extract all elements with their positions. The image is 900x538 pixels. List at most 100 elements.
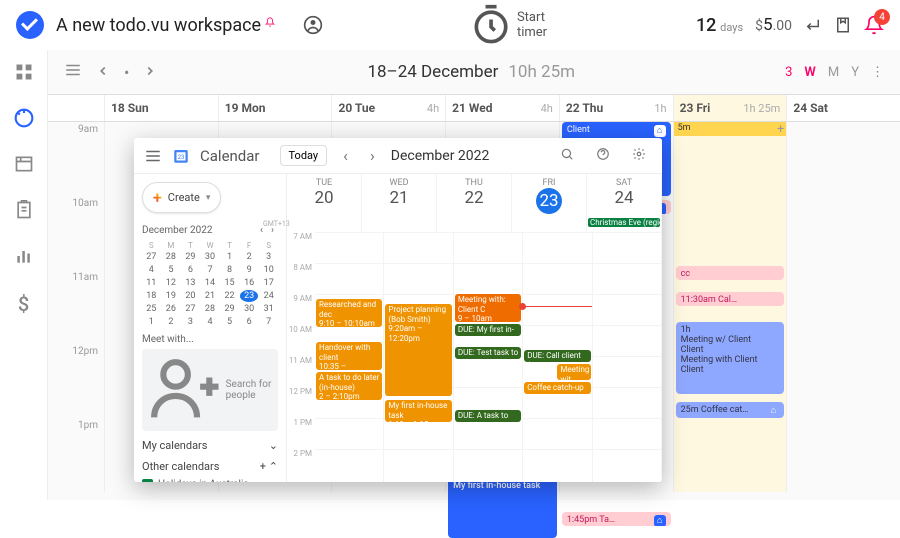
event-fri-1130[interactable]: 11:30am Cal… — [676, 292, 785, 306]
menu-icon[interactable] — [64, 61, 82, 83]
gcal-day-header[interactable]: TUE20 — [287, 174, 362, 218]
mini-day[interactable]: 12 — [162, 277, 181, 289]
mini-day[interactable]: 10 — [259, 264, 278, 276]
mini-day[interactable]: 29 — [220, 303, 239, 315]
nav-projects-icon[interactable] — [14, 154, 34, 174]
mini-day[interactable]: 9 — [240, 264, 259, 276]
gcal-settings-icon[interactable] — [626, 146, 652, 165]
gcal-today-button[interactable]: Today — [280, 145, 328, 166]
mini-day[interactable]: 4 — [201, 316, 220, 328]
prev-week-icon[interactable] — [96, 63, 110, 82]
mini-day[interactable]: 7 — [201, 264, 220, 276]
gcal-day-header[interactable]: FRI23 — [512, 174, 587, 218]
mini-day[interactable]: 6 — [240, 316, 259, 328]
mini-day[interactable]: 4 — [142, 264, 161, 276]
mini-day[interactable]: 16 — [240, 277, 259, 289]
mini-day[interactable]: 25 — [142, 303, 161, 315]
mini-day[interactable]: 5 — [162, 264, 181, 276]
gev-fri-coffee[interactable]: Coffee catch-up with R — [524, 382, 590, 394]
mini-day[interactable]: 24 — [259, 290, 278, 302]
mini-day[interactable]: 22 — [220, 290, 239, 302]
nav-tasks-icon[interactable] — [14, 200, 34, 220]
view-week[interactable]: W — [804, 65, 815, 80]
gcal-day-header[interactable]: SAT24 — [587, 174, 662, 218]
gcal-menu-icon[interactable] — [144, 147, 162, 165]
add-event-icon[interactable]: + — [777, 122, 784, 137]
mini-day[interactable]: 28 — [162, 251, 181, 263]
day-header-wed[interactable]: 21 Wed4h — [445, 95, 559, 121]
mini-day[interactable]: 26 — [162, 303, 181, 315]
event-fri-meeting-block[interactable]: 1h Meeting w/ Client Client Meeting with… — [676, 322, 785, 394]
mini-day[interactable]: 7 — [259, 316, 278, 328]
day-header-mon[interactable]: 19 Mon — [218, 95, 332, 121]
nav-reports-icon[interactable] — [14, 246, 34, 266]
mini-day[interactable]: 13 — [181, 277, 200, 289]
gcal-next-icon[interactable]: › — [364, 146, 381, 165]
fri-allday-5m[interactable]: 5m+ — [674, 122, 787, 136]
account-icon[interactable] — [303, 15, 323, 35]
add-calendar-icon[interactable]: + — [260, 460, 266, 473]
mini-day[interactable]: 1 — [142, 316, 161, 328]
back-arrow-icon[interactable] — [804, 16, 822, 34]
day-header-tue[interactable]: 20 Tue4h — [331, 95, 445, 121]
mini-day[interactable]: 11 — [142, 277, 161, 289]
day-header-sun[interactable]: 18 Sun — [104, 95, 218, 121]
nav-dashboard-icon[interactable] — [14, 62, 34, 82]
event-wed-task[interactable]: My first in-house task — [448, 478, 557, 538]
mini-day[interactable]: 15 — [220, 277, 239, 289]
mini-day[interactable]: 18 — [142, 290, 161, 302]
mini-day[interactable]: 8 — [220, 264, 239, 276]
mini-day[interactable]: 28 — [201, 303, 220, 315]
mini-day[interactable]: 14 — [201, 277, 220, 289]
event-fri-cc[interactable]: cc — [676, 266, 785, 280]
mini-day[interactable]: 3 — [181, 316, 200, 328]
app-logo[interactable] — [16, 11, 44, 39]
gev-thu-due1[interactable]: DUE: My first in-hou — [455, 324, 521, 336]
next-week-icon[interactable] — [143, 63, 157, 82]
mini-day[interactable]: 3 — [259, 251, 278, 263]
day-header-sat[interactable]: 24 Sat — [786, 95, 900, 121]
gev-thu-meeting[interactable]: Meeting with: Client C9 – 10am — [455, 294, 521, 322]
gcal-search-icon[interactable] — [554, 146, 580, 165]
mini-day[interactable]: 30 — [240, 303, 259, 315]
gev-fri-meet[interactable]: Meeting wit — [557, 364, 590, 380]
gev-tue-handover[interactable]: Handover with client10:35 – 11:35am — [316, 342, 382, 370]
holiday-event[interactable]: Christmas Eve (regio — [588, 218, 660, 227]
mini-day[interactable]: 29 — [181, 251, 200, 263]
nav-time-icon[interactable] — [14, 108, 34, 128]
event-thu-145[interactable]: 1:45pm Ta…⌂ — [562, 512, 671, 526]
view-year[interactable]: Y — [851, 65, 859, 80]
gev-fri-call[interactable]: DUE: Call client (Cl — [524, 350, 590, 362]
gev-wed-first[interactable]: My first in-house task1:10 – 1:15pm — [385, 400, 451, 422]
day-col-sat[interactable] — [786, 122, 900, 492]
gev-tue-research[interactable]: Researched and dec9:10 – 10:10am — [316, 299, 382, 327]
day-header-thu[interactable]: 22 Thu1h — [559, 95, 673, 121]
nav-billing-icon[interactable]: $ — [14, 292, 34, 312]
notifications-bell-icon[interactable]: 4 — [864, 15, 884, 35]
mini-day[interactable]: 20 — [181, 290, 200, 302]
day-header-fri[interactable]: 23 Fri1h 25m — [673, 95, 787, 121]
calendar-item[interactable]: ✓Holidays in Australia — [142, 477, 278, 482]
gev-thu-due3[interactable]: DUE: A task to do lat — [455, 410, 521, 422]
gcal-help-icon[interactable] — [590, 146, 616, 165]
gcal-create-button[interactable]: + Create ▾ — [142, 182, 221, 213]
mini-day[interactable]: 2 — [240, 251, 259, 263]
mini-day[interactable]: 17 — [259, 277, 278, 289]
my-calendars-toggle[interactable]: My calendars⌄ — [142, 439, 278, 452]
gcal-day-header[interactable]: THU22 — [437, 174, 512, 218]
today-dot-icon[interactable]: • — [124, 63, 129, 82]
view-month[interactable]: M — [828, 65, 839, 80]
mini-day[interactable]: 27 — [181, 303, 200, 315]
event-fri-coffee[interactable]: 25m Coffee cat…⌂ — [676, 402, 785, 418]
bookmark-icon[interactable] — [834, 16, 852, 34]
gev-wed-planning[interactable]: Project planning (Bob Smith)9:20am – 12:… — [385, 304, 451, 396]
mini-day[interactable]: 21 — [201, 290, 220, 302]
gcal-day-header[interactable]: WED21 — [362, 174, 437, 218]
search-people-input[interactable]: Search for people — [142, 349, 278, 431]
mini-day[interactable]: 27 — [142, 251, 161, 263]
mini-day[interactable]: 5 — [220, 316, 239, 328]
other-calendars-toggle[interactable]: Other calendars+ ⌃ — [142, 460, 278, 473]
gcal-prev-icon[interactable]: ‹ — [337, 146, 354, 165]
gev-tue-later[interactable]: A task to do later (in-house)2 – 2:10pm — [316, 372, 382, 400]
more-menu-icon[interactable]: ⋮ — [871, 65, 884, 80]
